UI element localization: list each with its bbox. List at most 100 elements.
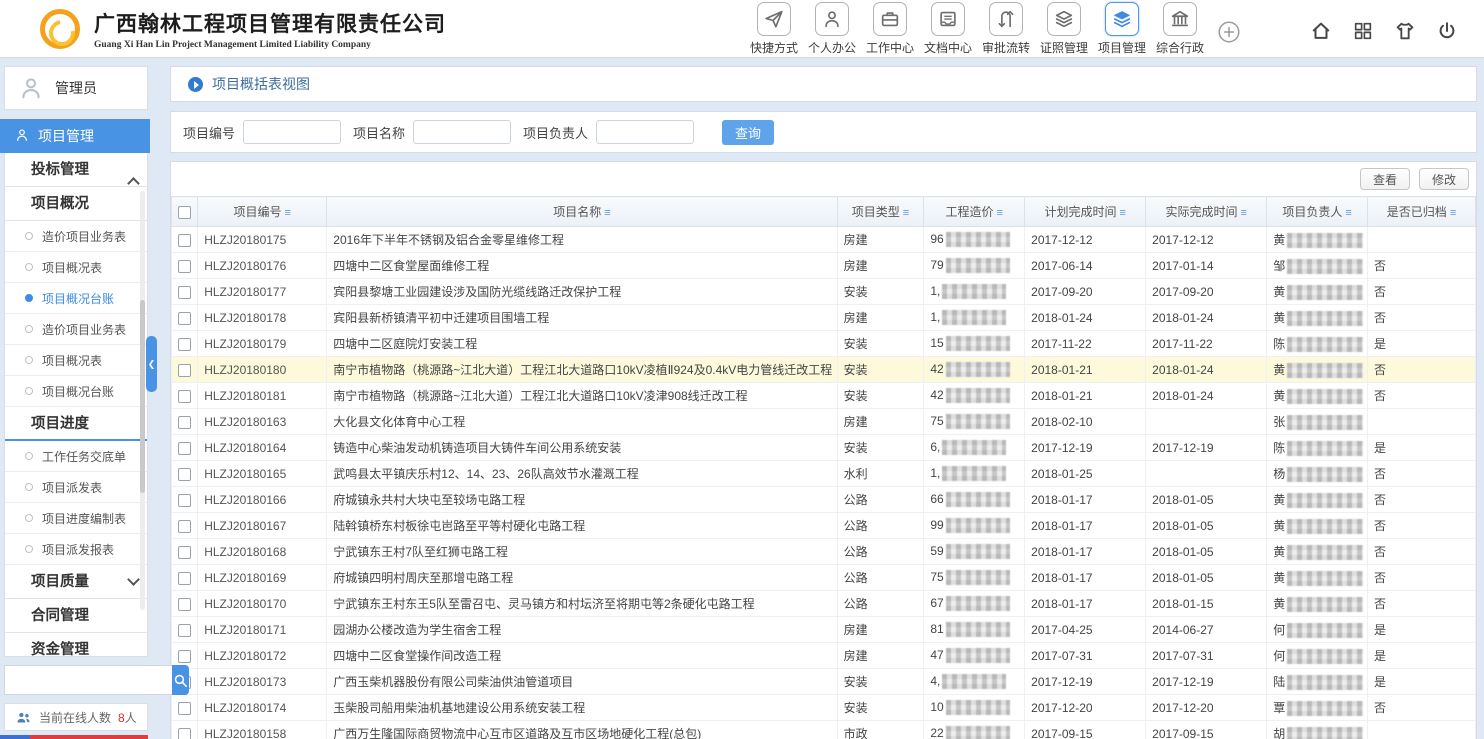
row-checkbox[interactable] [178,624,191,637]
sidebar-section-project-quality[interactable]: 项目质量 [5,565,147,599]
table-row[interactable]: HLZJ20180166府城镇永共村大块屯至较场屯路工程公路662018-01-… [172,487,1476,513]
sidebar-item-dispatch-report[interactable]: 项目派发报表 [5,534,147,565]
nav-item-label: 综合行政 [1154,39,1206,56]
sort-menu-icon[interactable]: ≡ [1119,207,1125,219]
grid-icon[interactable] [1352,20,1374,42]
table-row[interactable]: HLZJ20180181南宁市植物路（桃源路~江北大道）工程江北大道路口10kV… [172,383,1476,409]
nav-item-work-center[interactable]: 工作中心 [864,2,916,56]
nav-item-personal-office[interactable]: 个人办公 [806,2,858,56]
table-row[interactable]: HLZJ20180179四塘中二区庭院灯安装工程安装152017-11-2220… [172,331,1476,357]
sidebar-root-project-management[interactable]: 项目管理 [0,119,150,153]
table-row[interactable]: HLZJ20180170宁武镇东王村东王5队至雷召屯、灵马镇方和村坛济至将期屯等… [172,591,1476,617]
table-row[interactable]: HLZJ20180164铸造中心柴油发动机铸造项目大铸件车间公用系统安装安装6,… [172,435,1476,461]
query-button[interactable]: 查询 [722,120,774,145]
filter-input-project-name[interactable] [413,120,511,144]
sort-menu-icon[interactable]: ≡ [1450,207,1456,219]
sort-menu-icon[interactable]: ≡ [604,207,610,219]
table-row[interactable]: HLZJ20180163大化县文化体育中心工程房建752018-02-10张 [172,409,1476,435]
row-checkbox[interactable] [178,728,191,739]
sidebar-item-overview-ledger-2[interactable]: 项目概况台账 [5,376,147,407]
column-header-3[interactable]: 工程造价≡ [924,197,1025,227]
row-checkbox[interactable] [178,442,191,455]
row-checkbox[interactable] [178,650,191,663]
row-checkbox[interactable] [178,702,191,715]
column-header-6[interactable]: 项目负责人≡ [1267,197,1368,227]
table-row[interactable]: HLZJ20180177宾阳县黎塘工业园建设涉及国防光缆线路迁改保护工程安装1,… [172,279,1476,305]
row-checkbox[interactable] [178,364,191,377]
table-row[interactable]: HLZJ20180178宾阳县新桥镇清平初中迁建项目围墙工程房建1,2018-0… [172,305,1476,331]
table-row[interactable]: HLZJ20180169府城镇四明村周庆至那增屯路工程公路752018-01-1… [172,565,1476,591]
sidebar-item-overview-form-1[interactable]: 项目概况表 [5,252,147,283]
row-checkbox[interactable] [178,390,191,403]
sidebar-search-input[interactable] [4,665,172,695]
shirt-icon[interactable] [1394,20,1416,42]
sort-menu-icon[interactable]: ≡ [903,207,909,219]
sidebar-section-fund-mgmt[interactable]: 资金管理 [5,633,147,657]
nav-item-general-admin[interactable]: 综合行政 [1154,2,1206,56]
row-checkbox[interactable] [178,598,191,611]
sort-menu-icon[interactable]: ≡ [1345,207,1351,219]
view-button[interactable]: 查看 [1360,168,1410,190]
sidebar-item-overview-ledger-1[interactable]: 项目概况台账 [5,283,147,314]
table-row[interactable]: HLZJ20180158广西万生隆国际商贸物流中心互市区道路及互市区场地硬化工程… [172,721,1476,739]
table-row[interactable]: HLZJ20180167陆斡镇桥东村板徐屯岜路至平等村硬化屯路工程公路99201… [172,513,1476,539]
row-checkbox[interactable] [178,546,191,559]
nav-item-approval-flow[interactable]: 审批流转 [980,2,1032,56]
sidebar-section-project-progress[interactable]: 项目进度 [5,407,147,441]
sidebar-section-project-overview[interactable]: 项目概况 [5,187,147,221]
table-row[interactable]: HLZJ20180168宁武镇东王村7队至红狮屯路工程公路592018-01-1… [172,539,1476,565]
row-checkbox[interactable] [178,286,191,299]
sidebar-item-progress-plan-form[interactable]: 项目进度编制表 [5,503,147,534]
sort-menu-icon[interactable]: ≡ [285,207,291,219]
filter-input-project-owner[interactable] [596,120,694,144]
column-header-4[interactable]: 计划完成时间≡ [1025,197,1146,227]
filter-input-project-code[interactable] [243,120,341,144]
modify-button[interactable]: 修改 [1419,168,1469,190]
sort-menu-icon[interactable]: ≡ [1240,207,1246,219]
row-checkbox[interactable] [178,572,191,585]
table-row[interactable]: HLZJ20180172四塘中二区食堂操作间改造工程房建472017-07-31… [172,643,1476,669]
row-checkbox[interactable] [178,338,191,351]
sort-menu-icon[interactable]: ≡ [997,207,1003,219]
table-row[interactable]: HLZJ20180176四塘中二区食堂屋面维修工程房建792017-06-142… [172,253,1476,279]
row-checkbox[interactable] [178,468,191,481]
power-icon[interactable] [1436,20,1458,42]
sidebar-item-cost-project-form-1[interactable]: 造价项目业务表 [5,221,147,252]
sidebar-item-overview-form-2[interactable]: 项目概况表 [5,345,147,376]
plus-icon[interactable] [1216,19,1242,45]
sidebar-collapse-handle[interactable]: ❮ [146,336,157,392]
table-row[interactable]: HLZJ20180173广西玉柴机器股份有限公司柴油供油管道项目安装4,2017… [172,669,1476,695]
table-row[interactable]: HLZJ20180165武鸣县太平镇庆乐村12、14、23、26队高效节水灌溉工… [172,461,1476,487]
sidebar-scrollbar[interactable] [140,191,145,610]
table-row[interactable]: HLZJ201801752016年下半年不锈钢及铝合金零星维修工程房建96201… [172,227,1476,253]
layers-icon [1047,2,1081,36]
column-header-0[interactable]: 项目编号≡ [198,197,327,227]
nav-item-project-mgmt[interactable]: 项目管理 [1096,2,1148,56]
nav-item-shortcuts[interactable]: 快捷方式 [748,2,800,56]
nav-item-doc-center[interactable]: 文档中心 [922,2,974,56]
column-header-1[interactable]: 项目名称≡ [327,197,837,227]
column-header-5[interactable]: 实际完成时间≡ [1146,197,1267,227]
sidebar-item-task-briefing-form[interactable]: 工作任务交底单 [5,441,147,472]
column-header-7[interactable]: 是否已归档≡ [1368,197,1476,227]
sidebar-section-bid-management[interactable]: 投标管理 [5,153,147,187]
table-row[interactable]: HLZJ20180174玉柴股司船用柴油机基地建设公用系统安装工程安装10201… [172,695,1476,721]
search-button[interactable] [172,665,189,695]
sidebar-item-dispatch-form[interactable]: 项目派发表 [5,472,147,503]
select-all-checkbox[interactable] [178,206,191,219]
cell-project-owner: 黄 [1267,487,1368,513]
row-checkbox[interactable] [178,312,191,325]
sidebar-section-contract-mgmt[interactable]: 合同管理 [5,599,147,633]
table-row[interactable]: HLZJ20180180南宁市植物路（桃源路~江北大道）工程江北大道路口10kV… [172,357,1476,383]
column-header-2[interactable]: 项目类型≡ [837,197,924,227]
sidebar-item-cost-project-form-2[interactable]: 造价项目业务表 [5,314,147,345]
row-checkbox[interactable] [178,520,191,533]
row-checkbox[interactable] [178,416,191,429]
row-checkbox[interactable] [178,494,191,507]
table-row[interactable]: HLZJ20180171园湖办公楼改造为学生宿舍工程房建812017-04-25… [172,617,1476,643]
row-checkbox[interactable] [178,260,191,273]
cell-project-name: 宁武镇东王村7队至红狮屯路工程 [327,539,837,565]
home-icon[interactable] [1310,20,1332,42]
nav-item-license-mgmt[interactable]: 证照管理 [1038,2,1090,56]
row-checkbox[interactable] [178,234,191,247]
